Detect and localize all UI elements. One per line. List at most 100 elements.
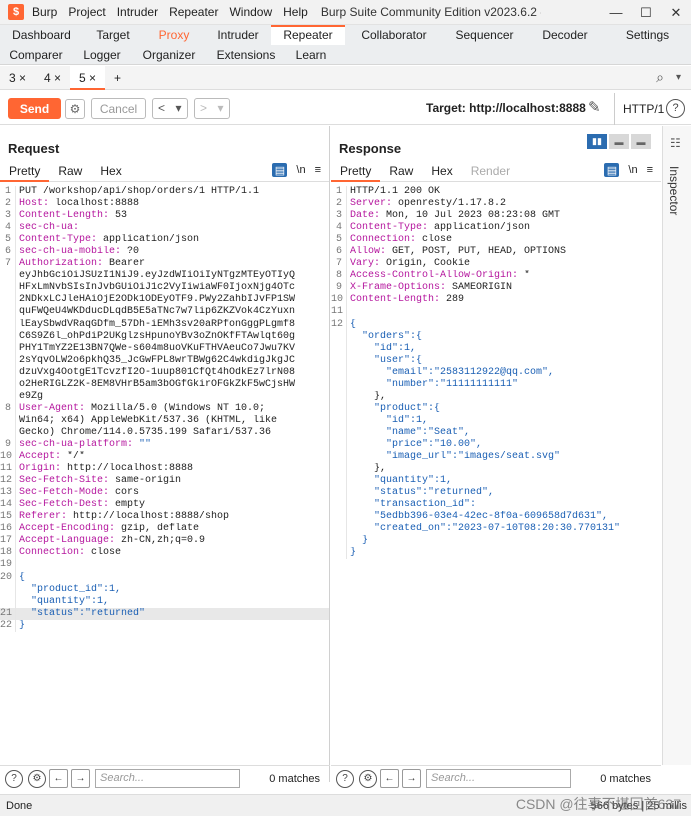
- response-tab-render[interactable]: Render: [462, 160, 519, 182]
- repeater-tab-4[interactable]: 4 ×: [35, 66, 70, 90]
- help-icon[interactable]: ?: [336, 769, 354, 788]
- cancel-button[interactable]: Cancel: [91, 98, 146, 119]
- forward-dropdown-icon[interactable]: ▾: [212, 99, 229, 118]
- new-tab-button[interactable]: +: [105, 66, 130, 90]
- menu-item-burp[interactable]: Burp: [32, 5, 57, 19]
- code-line: o2HeRIGLZ2K-8EM8VHrB5am3bOGfGkirOFGkZkF5…: [0, 378, 329, 391]
- line-text: HFxLmNvbSIsInJvbGUiOiJ1c2VyIiwiaWF0IjoxN…: [16, 282, 295, 294]
- menu-item-window[interactable]: Window: [229, 5, 272, 19]
- line-number: 2: [331, 198, 347, 211]
- line-value: Gecko) Chrome/114.0.5735.199 Safari/537.…: [19, 426, 272, 438]
- request-tab-hex[interactable]: Hex: [91, 160, 130, 182]
- code-line: 2NDkxLCJleHAiOjE2ODk1ODEyOTF9.PWy2ZahbIJ…: [0, 294, 329, 307]
- menu-item-intruder[interactable]: Intruder: [117, 5, 158, 19]
- tab-decoder[interactable]: Decoder: [526, 25, 604, 45]
- tab-sequencer[interactable]: Sequencer: [443, 25, 526, 45]
- search-input[interactable]: Search...: [95, 769, 240, 788]
- gear-icon[interactable]: ⚙: [28, 769, 46, 788]
- forward-arrow-icon[interactable]: >: [195, 99, 212, 118]
- response-viewer[interactable]: 1 HTTP/1.1 200 OK 2 Server: openresty/1.17.…: [331, 182, 661, 560]
- line-text: "status":"returned",: [347, 487, 494, 499]
- gear-icon[interactable]: ⚙: [359, 769, 377, 788]
- response-tab-hex[interactable]: Hex: [422, 160, 461, 182]
- header-name: sec-ch-ua-platform:: [19, 438, 134, 450]
- window-title: Burp Suite Community Edition v2023.6.2 -…: [320, 5, 541, 19]
- minimize-icon[interactable]: —: [601, 5, 631, 20]
- line-text: sec-ch-ua-mobile: ?0: [16, 246, 139, 258]
- help-icon[interactable]: ?: [666, 99, 685, 118]
- line-value: "product_id":1,: [19, 583, 122, 595]
- request-tab-raw[interactable]: Raw: [49, 160, 91, 182]
- tab-settings[interactable]: Settings: [604, 25, 691, 45]
- line-text: sec-ch-ua-platform: "": [16, 439, 151, 451]
- tab-intruder[interactable]: Intruder: [205, 25, 271, 45]
- tabs-layout-icon[interactable]: ▬: [631, 134, 651, 149]
- back-arrow-icon[interactable]: <: [153, 99, 170, 118]
- settings-gear-icon[interactable]: ⚙: [65, 98, 85, 119]
- tab-organizer[interactable]: Organizer: [132, 45, 206, 65]
- back-dropdown-icon[interactable]: ▾: [170, 99, 187, 118]
- menu-icon[interactable]: ≡: [315, 164, 321, 176]
- tab-dashboard[interactable]: Dashboard: [0, 25, 83, 45]
- line-text: Win64; x64) AppleWebKit/537.36 (KHTML, l…: [16, 415, 277, 427]
- code-line: 1 PUT /workshop/api/shop/orders/1 HTTP/1.…: [0, 186, 329, 199]
- search-icon[interactable]: ⌕: [656, 69, 664, 86]
- menu-item-help[interactable]: Help: [283, 5, 308, 19]
- send-button[interactable]: Send: [8, 98, 61, 119]
- line-value: Mon, 10 Jul 2023 08:23:08 GMT: [380, 210, 561, 222]
- repeater-tab-3[interactable]: 3 ×: [0, 66, 35, 90]
- line-text: 2sYqvOLW2o6pkhQ35_JcGwFPL8wrTBWg62C4wkdi…: [16, 355, 295, 367]
- prev-match-icon[interactable]: ←: [380, 769, 399, 788]
- request-editor[interactable]: 1 PUT /workshop/api/shop/orders/1 HTTP/1.…: [0, 182, 329, 632]
- prev-match-icon[interactable]: ←: [49, 769, 68, 788]
- line-number: [0, 378, 16, 391]
- newline-toggle[interactable]: \n: [296, 164, 305, 176]
- split-vertical-icon[interactable]: ▬: [609, 134, 629, 149]
- split-horizontal-icon[interactable]: ▮▮: [587, 134, 607, 149]
- header-name: User-Agent:: [19, 402, 86, 414]
- tab-proxy[interactable]: Proxy: [143, 25, 205, 45]
- line-value: {: [19, 571, 26, 583]
- search-input[interactable]: Search...: [426, 769, 571, 788]
- header-name: Access-Control-Allow-Origin:: [350, 270, 519, 282]
- line-number: [331, 378, 347, 391]
- line-number: [331, 330, 347, 343]
- next-match-icon[interactable]: →: [71, 769, 90, 788]
- tab-target[interactable]: Target: [83, 25, 143, 45]
- menu-icon[interactable]: ≡: [647, 164, 653, 176]
- code-line: 7 Vary: Origin, Cookie: [331, 258, 661, 271]
- line-number: [331, 354, 347, 367]
- chevron-down-icon[interactable]: ▾: [676, 72, 681, 83]
- tab-collaborator[interactable]: Collaborator: [345, 25, 443, 45]
- http-version-label[interactable]: HTTP/1: [614, 93, 664, 125]
- repeater-tab-5[interactable]: 5 ×: [70, 65, 106, 90]
- tab-logger[interactable]: Logger: [72, 45, 132, 65]
- code-line: 7 Authorization: Bearer: [0, 258, 329, 271]
- close-icon[interactable]: ✕: [661, 5, 691, 21]
- code-line: 1 HTTP/1.1 200 OK: [331, 186, 661, 199]
- request-tab-pretty[interactable]: Pretty: [0, 160, 50, 182]
- line-number: [0, 294, 16, 307]
- help-icon[interactable]: ?: [5, 769, 23, 788]
- maximize-icon[interactable]: ☐: [631, 5, 661, 21]
- code-line: PHY1TmYZ2E13BN7QWe-s604m8uoVKuFTHVAeuCo7…: [0, 342, 329, 355]
- line-number: [0, 306, 16, 319]
- newline-toggle[interactable]: \n: [628, 164, 637, 176]
- render-options-icon[interactable]: ▤: [272, 163, 288, 177]
- inspector-sidebar[interactable]: ☷ Inspector: [662, 126, 691, 765]
- menu-item-project[interactable]: Project: [68, 5, 105, 19]
- line-value: },: [350, 390, 387, 402]
- next-match-icon[interactable]: →: [402, 769, 421, 788]
- line-value: }: [19, 619, 26, 631]
- header-name: Sec-Fetch-Mode:: [19, 487, 110, 499]
- tab-learn[interactable]: Learn: [286, 45, 336, 65]
- tab-extensions[interactable]: Extensions: [206, 45, 286, 65]
- response-tab-pretty[interactable]: Pretty: [331, 160, 381, 182]
- tab-comparer[interactable]: Comparer: [0, 45, 72, 65]
- response-tab-raw[interactable]: Raw: [380, 160, 422, 182]
- render-options-icon[interactable]: ▤: [604, 163, 620, 177]
- line-text: {: [347, 319, 356, 331]
- tab-repeater[interactable]: Repeater: [271, 25, 345, 45]
- edit-pencil-icon[interactable]: ✎: [588, 98, 601, 116]
- menu-item-repeater[interactable]: Repeater: [169, 5, 218, 19]
